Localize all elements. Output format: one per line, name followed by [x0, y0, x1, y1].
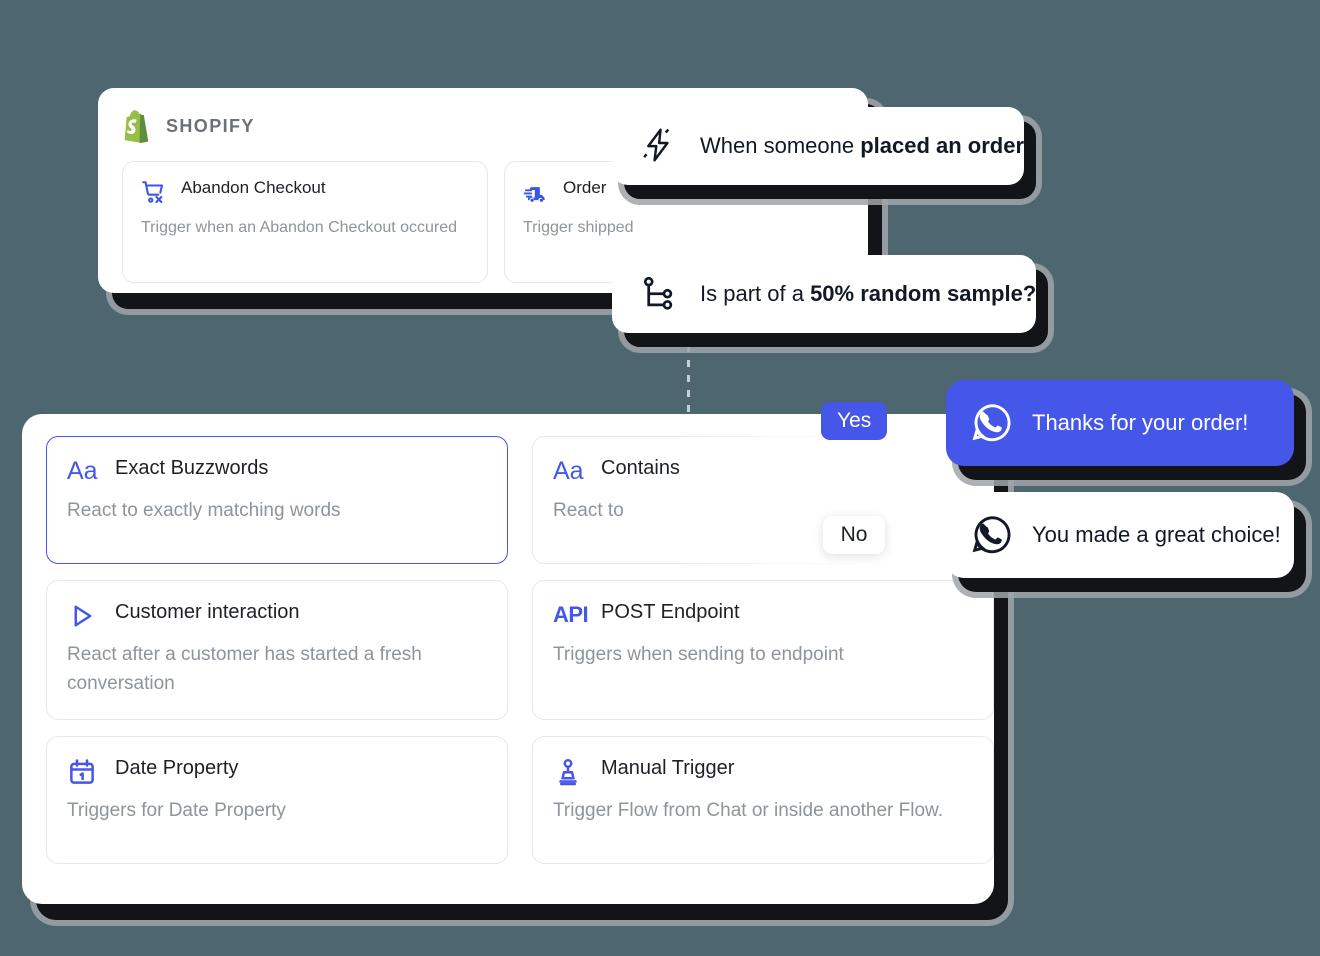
branch-badge-no[interactable]: No: [823, 516, 885, 554]
flow-event-pill[interactable]: When someone placed an order: [612, 107, 1024, 185]
trigger-option-manual-trigger[interactable]: Manual Trigger Trigger Flow from Chat or…: [532, 735, 994, 864]
trigger-option-contains[interactable]: Aa Contains React to: [532, 436, 994, 564]
trigger-option-post-endpoint[interactable]: API POST Endpoint Triggers when sending …: [532, 580, 994, 720]
flow-message-text: You made a great choice!: [1032, 522, 1281, 547]
trigger-option-title: Exact Buzzwords: [115, 457, 269, 479]
flow-event-prefix: When someone: [700, 133, 861, 158]
triggers-grid: Aa Exact Buzzwords React to exactly matc…: [46, 436, 994, 864]
trigger-option-header: API POST Endpoint: [553, 599, 973, 631]
flow-event-bold: placed an order: [860, 133, 1025, 158]
flow-condition-prefix: Is part of a: [700, 281, 811, 306]
trigger-option-date-property[interactable]: Date Property Triggers for Date Property: [46, 735, 508, 864]
trigger-option-description: Trigger Flow from Chat or inside another…: [553, 799, 944, 821]
flow-condition-pill[interactable]: Is part of a 50% random sample?: [612, 255, 1036, 333]
trigger-option-exact-buzzwords[interactable]: Aa Exact Buzzwords React to exactly matc…: [46, 436, 508, 564]
delivery-truck-icon: [523, 187, 545, 202]
trigger-card-description: Trigger shipped: [523, 219, 634, 236]
trigger-option-description: React after a customer has started a fre…: [67, 644, 422, 694]
lightning-bolt-icon: [643, 128, 670, 162]
play-triangle-icon: [74, 605, 92, 627]
api-icon: API: [553, 602, 589, 627]
flow-message-pill-thanks[interactable]: Thanks for your order!: [946, 380, 1294, 466]
text-aa-icon: Aa: [67, 457, 98, 485]
trigger-option-header: Aa Exact Buzzwords: [67, 455, 487, 487]
trigger-option-title: Manual Trigger: [601, 756, 735, 779]
trigger-option-description: Triggers for Date Property: [67, 799, 286, 821]
whatsapp-icon: [972, 404, 1011, 442]
calendar-icon: [70, 759, 94, 784]
whatsapp-icon: [972, 516, 1011, 554]
trigger-option-title: Contains: [601, 457, 680, 479]
trigger-card-header: Abandon Checkout: [141, 178, 469, 205]
trigger-card-title: Order: [563, 178, 607, 197]
trigger-option-title: POST Endpoint: [601, 601, 740, 623]
trigger-option-description: React to: [553, 500, 624, 521]
trigger-option-header: Date Property: [67, 755, 487, 787]
trigger-option-customer-interaction[interactable]: Customer interaction React after a custo…: [46, 580, 508, 720]
shopify-brand-label: SHOPIFY: [166, 116, 255, 136]
trigger-option-header: Customer interaction: [67, 599, 487, 631]
trigger-card-abandon-checkout[interactable]: Abandon Checkout Trigger when an Abandon…: [122, 161, 488, 283]
trigger-option-header: Manual Trigger: [553, 755, 973, 787]
triggers-library-panel: Aa Exact Buzzwords React to exactly matc…: [22, 414, 994, 904]
trigger-option-title: Date Property: [115, 756, 239, 779]
trigger-card-description: Trigger when an Abandon Checkout occured: [141, 219, 458, 236]
flow-condition-bold: 50% random sample?: [810, 281, 1037, 306]
shopify-bag-icon: [124, 110, 149, 143]
flow-condition-text: Is part of a 50% random sample?: [700, 281, 1036, 307]
composition-canvas: SHOPIFY Abandon Checkout Trigger when an…: [0, 0, 1320, 956]
trigger-option-description: React to exactly matching words: [67, 500, 341, 521]
flow-message-pill-choice[interactable]: You made a great choice!: [946, 492, 1294, 578]
flow-event-text: When someone placed an order: [700, 133, 1024, 159]
trigger-card-title: Abandon Checkout: [181, 178, 326, 197]
trigger-option-title: Customer interaction: [115, 601, 300, 623]
text-aa-icon: Aa: [553, 457, 584, 485]
trigger-option-header: Aa Contains: [553, 455, 973, 487]
branch-badge-yes[interactable]: Yes: [821, 402, 888, 440]
stamp-icon: [559, 758, 577, 785]
branch-split-icon: [643, 276, 673, 310]
flow-message-text: Thanks for your order!: [1032, 410, 1249, 435]
abandoned-cart-icon: [142, 181, 164, 203]
trigger-option-description: Triggers when sending to endpoint: [553, 644, 844, 665]
